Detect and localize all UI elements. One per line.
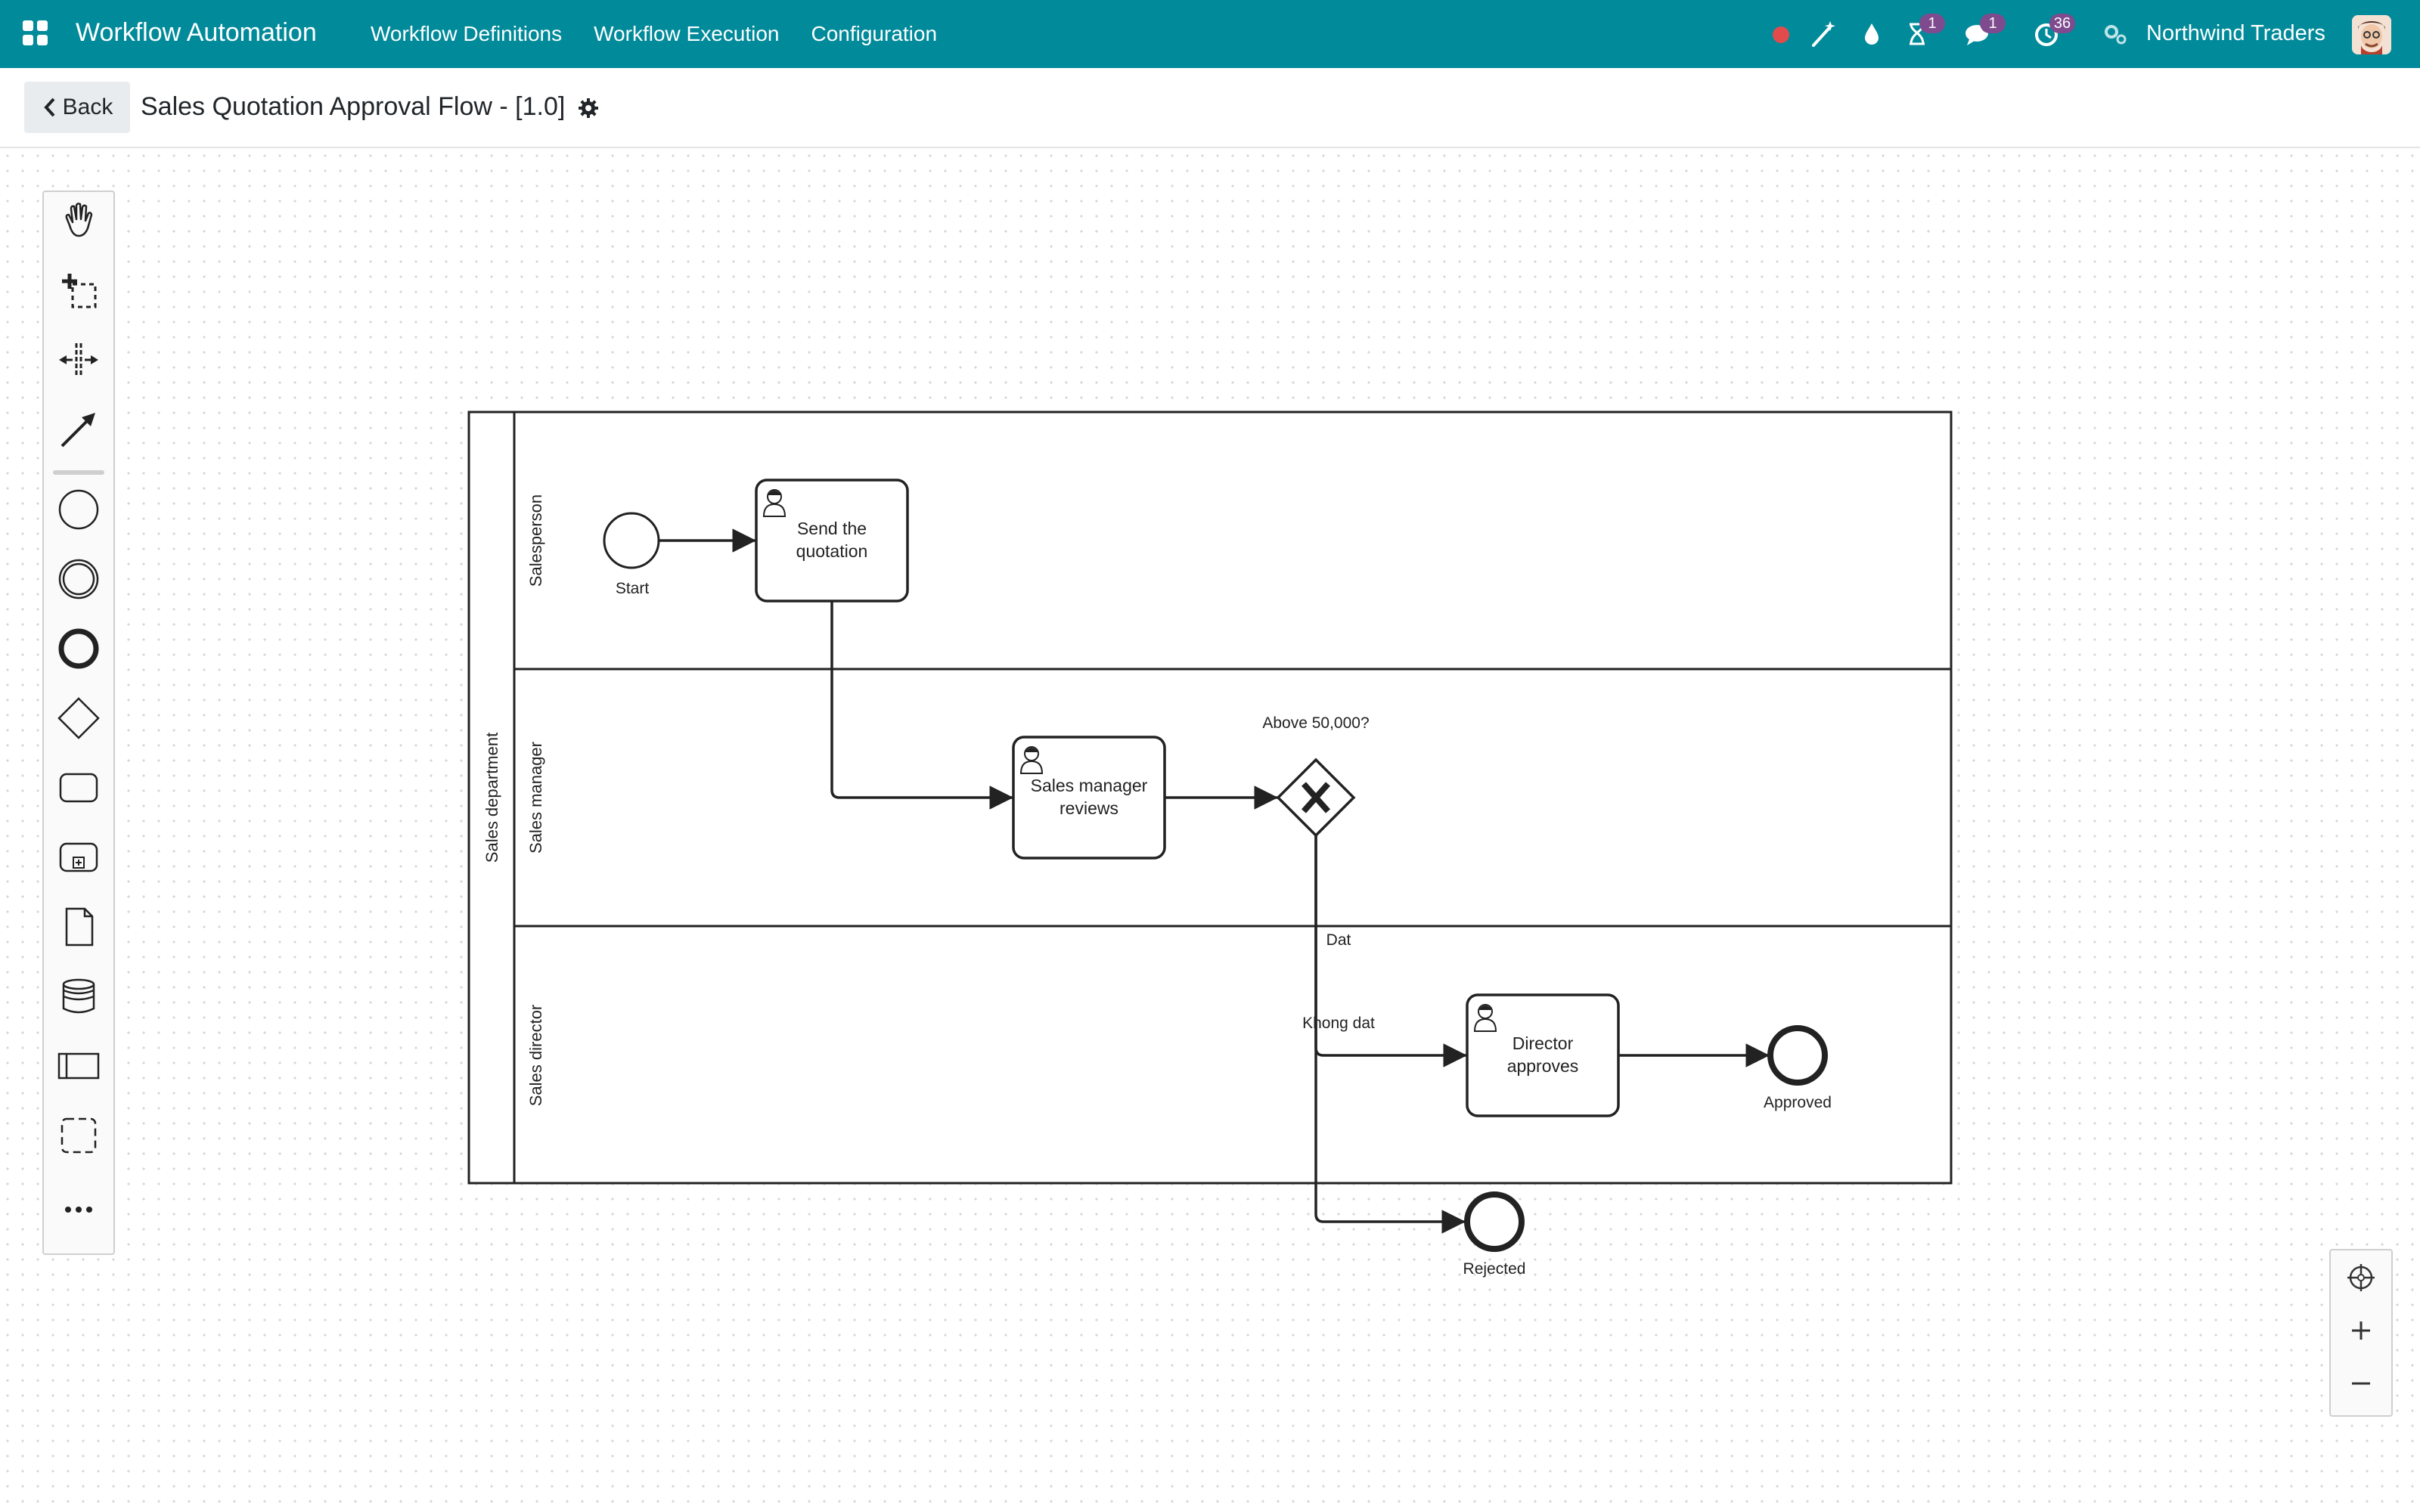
end-event-label: Approved xyxy=(1764,1094,1832,1111)
end-event-rejected[interactable]: Rejected xyxy=(1463,1191,1526,1278)
flow-label-fail: Khong dat xyxy=(1302,1015,1375,1032)
task-director-approves[interactable]: Director approves xyxy=(1466,993,1620,1117)
connect-tool-icon[interactable] xyxy=(56,407,101,452)
lane-label-salesperson: Salesperson xyxy=(526,494,545,587)
zoom-controls xyxy=(2329,1249,2393,1417)
task-label-line1: Send the xyxy=(797,519,867,538)
lane-sales-director[interactable]: Sales director xyxy=(526,1005,545,1107)
more-icon[interactable] xyxy=(56,1187,101,1232)
intermediate-event-icon[interactable] xyxy=(56,556,101,602)
task-label-line1: Sales manager xyxy=(1031,776,1148,795)
zoom-out-icon[interactable] xyxy=(2338,1361,2384,1406)
end-event-approved[interactable]: Approved xyxy=(1764,1025,1832,1111)
start-event-icon[interactable] xyxy=(56,487,101,532)
pool-label: Sales department xyxy=(482,733,501,863)
lasso-tool-icon[interactable] xyxy=(56,268,101,313)
task-label-line1: Director xyxy=(1512,1033,1574,1053)
task-send-quotation[interactable]: Send the quotation xyxy=(755,479,909,603)
hand-tool-icon[interactable] xyxy=(56,198,101,243)
participant-icon[interactable] xyxy=(56,1043,101,1089)
task-label-line2: reviews xyxy=(1060,798,1118,818)
subprocess-icon[interactable] xyxy=(56,835,101,880)
lane-label-sales-director: Sales director xyxy=(526,1005,545,1107)
group-icon[interactable] xyxy=(56,1113,101,1158)
gateway-icon[interactable] xyxy=(56,696,101,741)
task-label-line2: quotation xyxy=(796,541,868,561)
gateway-label: Above 50,000? xyxy=(1262,714,1369,732)
bpmn-palette xyxy=(42,191,115,1255)
data-store-icon[interactable] xyxy=(56,974,101,1019)
palette-separator xyxy=(53,470,104,475)
reset-view-icon[interactable] xyxy=(2338,1255,2384,1300)
flow-label-pass: Dat xyxy=(1326,931,1351,949)
data-object-icon[interactable] xyxy=(56,904,101,950)
bpmn-diagram[interactable]: Sales department Salesperson Sales manag… xyxy=(0,0,2420,1512)
lane-label-sales-manager: Sales manager xyxy=(526,742,545,854)
space-tool-icon[interactable] xyxy=(56,337,101,383)
task-sales-manager-reviews[interactable]: Sales manager reviews xyxy=(1012,736,1166,860)
task-icon[interactable] xyxy=(56,765,101,810)
start-event-label: Start xyxy=(616,580,650,597)
task-label-line2: approves xyxy=(1507,1056,1579,1076)
end-event-icon[interactable] xyxy=(56,626,101,671)
end-event-label: Rejected xyxy=(1463,1260,1526,1278)
zoom-in-icon[interactable] xyxy=(2338,1308,2384,1353)
